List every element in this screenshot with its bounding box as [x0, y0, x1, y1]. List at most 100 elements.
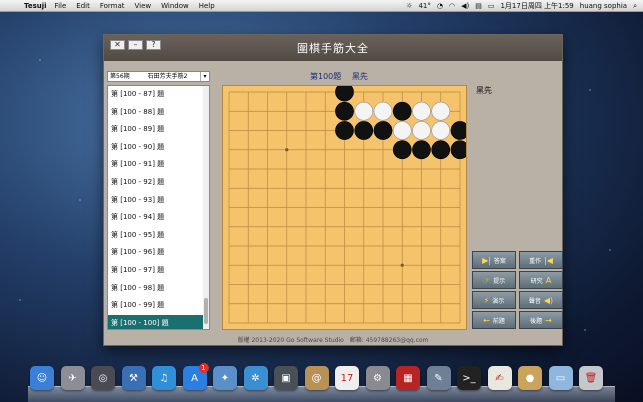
- button-label: 重作: [529, 257, 542, 265]
- button-label: 研究: [530, 277, 543, 285]
- white-stone[interactable]: [412, 101, 431, 121]
- problem-list-item[interactable]: 第 [100 - 96] 題: [108, 244, 209, 262]
- black-stone[interactable]: [373, 121, 393, 140]
- black-stone[interactable]: [335, 101, 354, 121]
- close-icon[interactable]: ✕: [110, 40, 125, 50]
- safari-icon[interactable]: ✲: [243, 366, 268, 390]
- temperature-label: 41°: [418, 2, 431, 10]
- chevron-down-icon[interactable]: ▾: [200, 72, 209, 81]
- 後題-button[interactable]: 後題 →: [519, 311, 563, 329]
- problem-list-item[interactable]: 第 [100 - 98] 題: [108, 280, 209, 298]
- itunes-icon[interactable]: ♫: [152, 366, 176, 390]
- black-stone[interactable]: [335, 82, 354, 102]
- 提示-button[interactable]: ☞ 提示: [472, 271, 516, 289]
- button-label: 聲音: [528, 297, 541, 305]
- calendar-icon[interactable]: 17: [335, 366, 359, 390]
- skip-forward-icon: ▶|: [482, 255, 491, 265]
- white-stone[interactable]: [392, 121, 412, 140]
- collection-dropdown[interactable]: 第56期 石田芳夫手筋2 ▾: [107, 71, 210, 82]
- preview-icon[interactable]: ✦: [213, 366, 237, 390]
- black-stone[interactable]: [392, 101, 412, 121]
- dashboard-icon[interactable]: ◎: [91, 366, 115, 390]
- menu-window[interactable]: Window: [161, 2, 189, 10]
- facetime-icon[interactable]: ▣: [274, 366, 298, 390]
- white-stone[interactable]: [431, 121, 451, 140]
- white-stone[interactable]: [412, 121, 431, 140]
- 重作-button[interactable]: 重作 |◀: [519, 251, 563, 269]
- dock: ☺ ✈ ◎ ⚒ ♫ A 1 ✦ ✲ ▣ @17 ⚙ ▦ ✎ >_ ✍ ● ▭ 🗑: [0, 362, 643, 402]
- 答案-button[interactable]: ▶| 答案: [472, 251, 516, 269]
- problem-list-item[interactable]: 第 [100 - 89] 題: [108, 121, 209, 139]
- weather-icon[interactable]: ☼: [406, 2, 412, 10]
- folder-icon[interactable]: ▭: [548, 366, 573, 390]
- black-stone[interactable]: [450, 121, 470, 140]
- go-board-canvas[interactable]: [223, 82, 470, 329]
- photo-booth-icon[interactable]: ▦: [396, 366, 420, 390]
- minimize-icon[interactable]: –: [128, 40, 143, 50]
- arrow-left-icon: ←: [483, 315, 490, 325]
- black-stone[interactable]: [450, 140, 470, 160]
- 前題-button[interactable]: ← 前題: [472, 311, 516, 329]
- problem-list-item[interactable]: 第 [100 - 95] 題: [108, 227, 209, 245]
- button-label: 前題: [492, 317, 505, 325]
- problem-list-item[interactable]: 第 [100 - 92] 題: [108, 174, 209, 192]
- tesuji-icon[interactable]: ●: [518, 366, 542, 390]
- flag-icon[interactable]: ▤: [475, 2, 482, 10]
- 演示-button[interactable]: ⚡ 演示: [472, 291, 516, 309]
- white-stone[interactable]: [431, 101, 451, 121]
- black-stone[interactable]: [335, 121, 354, 140]
- problem-list-item[interactable]: 第 [100 - 90] 題: [108, 139, 209, 157]
- textedit-icon[interactable]: ✍: [487, 366, 512, 390]
- 研究-button[interactable]: 研究 A: [519, 271, 563, 289]
- copyright-footer: 版權 2013-2020 Go Software Studio 郵箱: 4597…: [237, 337, 429, 344]
- black-stone[interactable]: [354, 121, 374, 140]
- problem-list: 第 [100 - 87] 題第 [100 - 88] 題第 [100 - 89]…: [107, 85, 210, 330]
- black-stone[interactable]: [412, 140, 431, 160]
- black-stone[interactable]: [431, 140, 451, 160]
- window-titlebar: ✕ – ? 圍棋手筋大全: [104, 35, 562, 61]
- problem-list-item[interactable]: 第 [100 - 87] 題: [108, 86, 209, 104]
- menu-help[interactable]: Help: [199, 2, 215, 10]
- contacts-icon[interactable]: @: [304, 366, 329, 390]
- problem-list-item[interactable]: 第 [100 - 99] 題: [108, 297, 209, 315]
- side-to-move-label: 黑先: [476, 86, 492, 95]
- scrollbar-thumb[interactable]: [204, 298, 208, 324]
- trash-icon[interactable]: 🗑: [579, 366, 603, 390]
- 聲音-button[interactable]: 聲音 ◀): [519, 291, 563, 309]
- xcode-icon[interactable]: ⚒: [121, 366, 146, 390]
- menu-view[interactable]: View: [135, 2, 152, 10]
- help-icon[interactable]: ?: [146, 40, 161, 50]
- menu-file[interactable]: File: [55, 2, 67, 10]
- white-stone[interactable]: [373, 101, 393, 121]
- problem-list-item[interactable]: 第 [100 - 93] 題: [108, 192, 209, 210]
- launchpad-icon[interactable]: ✈: [60, 366, 85, 390]
- speaker-icon: ◀): [543, 295, 554, 305]
- problem-list-item[interactable]: 第 [100 - 91] 題: [108, 156, 209, 174]
- terminal-icon[interactable]: >_: [457, 366, 481, 390]
- finder-icon[interactable]: ☺: [30, 366, 54, 390]
- research-icon: A: [545, 275, 552, 285]
- utility-icon[interactable]: ✎: [426, 366, 451, 390]
- datetime-label[interactable]: 1月17日周四 上午1:59: [500, 1, 573, 11]
- problem-list-item[interactable]: 第 [100 - 97] 題: [108, 262, 209, 280]
- button-label: 答案: [493, 257, 506, 265]
- problem-list-item[interactable]: 第 [100 - 100] 題: [108, 314, 209, 329]
- menu-format[interactable]: Format: [100, 2, 125, 10]
- battery-icon[interactable]: ▭: [488, 2, 495, 10]
- user-name-label[interactable]: huang sophia: [580, 2, 627, 10]
- black-stone[interactable]: [392, 140, 412, 160]
- problem-list-item[interactable]: 第 [100 - 88] 題: [108, 104, 209, 122]
- app-name-menu[interactable]: Tesuji: [24, 2, 47, 10]
- clock-icon[interactable]: ◔: [437, 2, 443, 10]
- problem-list-item[interactable]: 第 [100 - 94] 題: [108, 209, 209, 227]
- wifi-icon[interactable]: ◠: [449, 2, 455, 10]
- go-board[interactable]: [222, 82, 470, 330]
- list-scrollbar[interactable]: [203, 86, 209, 329]
- white-stone[interactable]: [354, 101, 374, 121]
- system-preferences-icon[interactable]: ⚙: [365, 366, 390, 390]
- spotlight-icon[interactable]: ⌕: [633, 2, 637, 11]
- button-label: 後題: [530, 317, 543, 325]
- volume-icon[interactable]: ◀): [461, 2, 469, 10]
- menu-edit[interactable]: Edit: [76, 2, 90, 10]
- status-area: ☼ 41° ◔ ◠ ◀) ▤ ▭ 1月17日周四 上午1:59 huang so…: [406, 0, 637, 12]
